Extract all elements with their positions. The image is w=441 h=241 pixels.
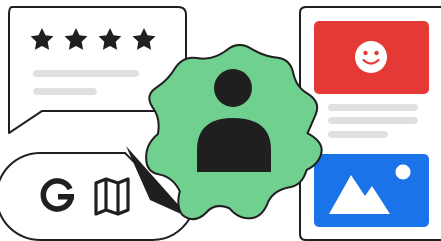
content-text-line [328,131,388,138]
smiley-icon [355,41,387,73]
map-icon [94,177,130,216]
review-text-line [33,70,139,77]
business-profile-illustration [0,6,441,241]
profile-badge [145,44,323,221]
illustration-canvas [0,0,441,241]
content-text-line [328,104,418,111]
review-text-line [33,88,97,95]
content-text-line [328,117,418,124]
content-card [299,6,441,241]
